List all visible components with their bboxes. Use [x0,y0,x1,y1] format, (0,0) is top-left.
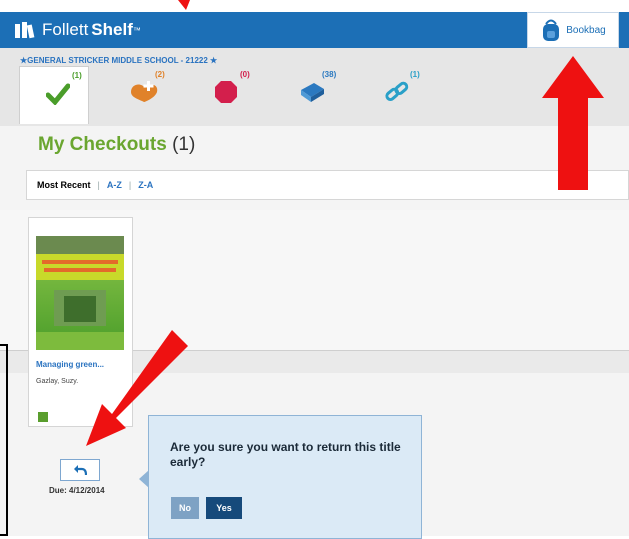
red-arrow-diagonal-annotation [86,330,188,446]
red-arrow-up-annotation [542,56,604,190]
red-mark-annotation [178,0,190,10]
annotation-layer [86,0,604,446]
